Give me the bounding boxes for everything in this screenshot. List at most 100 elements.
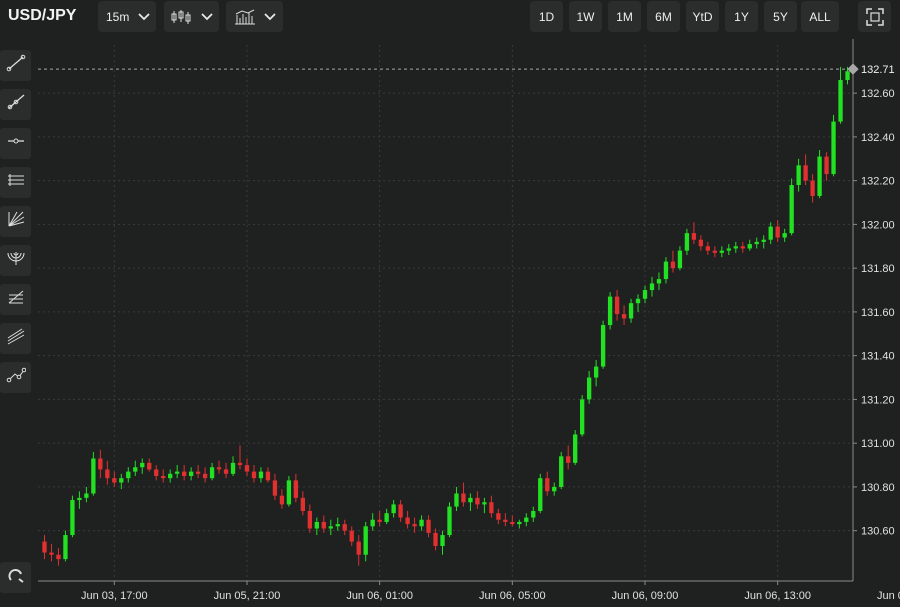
candle bbox=[209, 462, 215, 481]
pitchfork-tool[interactable] bbox=[0, 323, 31, 354]
candle-body bbox=[363, 526, 368, 555]
candle bbox=[279, 489, 285, 509]
candle bbox=[761, 235, 766, 249]
path-icon bbox=[6, 365, 26, 390]
candle bbox=[363, 521, 368, 562]
top-toolbar: USD/JPY 15m 1D 1W 1M 6M YtD 1Y 5Y ALL bbox=[0, 0, 900, 36]
candle bbox=[726, 244, 731, 256]
candle-body bbox=[719, 250, 724, 253]
candle-body bbox=[293, 480, 299, 498]
candle-body bbox=[789, 185, 794, 234]
candle-body bbox=[614, 296, 620, 315]
candle bbox=[133, 460, 138, 476]
candle bbox=[405, 510, 410, 529]
candle-body bbox=[174, 471, 180, 474]
candle bbox=[524, 513, 529, 527]
candle bbox=[70, 495, 75, 538]
price-tick-label: 131.40 bbox=[861, 351, 895, 363]
candle bbox=[174, 465, 180, 479]
candle bbox=[258, 467, 264, 483]
fullscreen-button[interactable] bbox=[858, 1, 891, 32]
candle-body bbox=[133, 467, 138, 472]
range-button-1w[interactable]: 1W bbox=[569, 1, 602, 32]
candle bbox=[461, 482, 466, 507]
candle-body bbox=[454, 493, 459, 507]
candle bbox=[398, 500, 403, 522]
time-tick-label: Jun 06, 01:00 bbox=[346, 590, 413, 602]
fan-icon bbox=[6, 209, 26, 234]
candle-body bbox=[140, 462, 145, 468]
candle-body bbox=[237, 462, 243, 466]
candle bbox=[223, 462, 229, 479]
range-button-all[interactable]: ALL bbox=[801, 1, 839, 32]
candle bbox=[126, 467, 131, 483]
ray-tool[interactable] bbox=[0, 89, 31, 120]
candle-body bbox=[684, 233, 690, 251]
candle-body bbox=[77, 497, 82, 501]
candle bbox=[314, 517, 319, 536]
candle-body bbox=[579, 399, 585, 435]
candle bbox=[712, 246, 718, 258]
range-button-1m[interactable]: 1M bbox=[608, 1, 641, 32]
fibonacci-tool[interactable] bbox=[0, 284, 31, 315]
candle-body bbox=[663, 261, 669, 280]
candle bbox=[42, 535, 47, 560]
candle bbox=[202, 467, 208, 483]
parallel-channel-tool[interactable] bbox=[0, 167, 31, 198]
path-tool[interactable] bbox=[0, 362, 31, 393]
candle bbox=[147, 458, 152, 472]
range-button-ytd[interactable]: YtD bbox=[686, 1, 719, 32]
chevron-down-icon bbox=[200, 12, 213, 21]
trend-line-icon bbox=[6, 53, 26, 78]
candle bbox=[440, 530, 445, 555]
candle-body bbox=[328, 526, 333, 529]
candle bbox=[98, 449, 103, 479]
candle-body bbox=[265, 471, 271, 481]
chart-style-dropdown[interactable] bbox=[164, 1, 219, 32]
candle-body bbox=[314, 521, 319, 529]
range-button-5y[interactable]: 5Y bbox=[764, 1, 797, 32]
fan-tool[interactable] bbox=[0, 206, 31, 237]
interval-dropdown[interactable]: 15m bbox=[98, 1, 156, 32]
candle bbox=[768, 222, 773, 245]
arc-tool[interactable] bbox=[0, 245, 31, 276]
candle-body bbox=[761, 239, 766, 242]
candle bbox=[335, 517, 340, 531]
candle bbox=[237, 445, 243, 470]
candle-body bbox=[279, 495, 285, 505]
range-button-6m[interactable]: 6M bbox=[647, 1, 680, 32]
candle bbox=[817, 150, 822, 199]
candle bbox=[531, 506, 536, 522]
candle bbox=[195, 465, 201, 479]
candle-body bbox=[370, 519, 375, 527]
candle bbox=[426, 515, 431, 538]
candle-body bbox=[482, 502, 487, 505]
candle-body bbox=[42, 541, 47, 553]
range-button-1d[interactable]: 1D bbox=[530, 1, 563, 32]
candle bbox=[328, 519, 333, 536]
range-button-1y[interactable]: 1Y bbox=[725, 1, 758, 32]
candle-body bbox=[202, 473, 208, 479]
candlestick-chart[interactable]: 130.60 130.80 131.00 131.20 131.40 131.60 131.… bbox=[38, 39, 900, 602]
time-tick-label: Jun 06, 17:00 bbox=[877, 590, 900, 602]
trend-line-tool[interactable] bbox=[0, 50, 31, 81]
price-chart[interactable]: 130.60 130.80 131.00 131.20 131.40 131.60 131.… bbox=[38, 39, 900, 602]
candle-body bbox=[126, 471, 131, 479]
indicators-dropdown[interactable] bbox=[226, 1, 283, 32]
candle-body bbox=[181, 471, 187, 476]
magnet-tool[interactable] bbox=[0, 562, 31, 593]
interval-label: 15m bbox=[106, 9, 130, 24]
candle bbox=[698, 235, 704, 251]
candle-body bbox=[405, 517, 410, 525]
candle bbox=[433, 528, 438, 551]
candle-body bbox=[593, 366, 599, 378]
candle-body bbox=[286, 480, 292, 505]
candle bbox=[356, 535, 361, 566]
candle-body bbox=[531, 510, 536, 518]
candle-body bbox=[433, 532, 438, 546]
candle-body bbox=[607, 296, 613, 326]
candle bbox=[621, 305, 627, 326]
horizontal-line-tool[interactable] bbox=[0, 128, 31, 159]
candle-body bbox=[251, 471, 257, 479]
candle-body bbox=[356, 541, 361, 555]
